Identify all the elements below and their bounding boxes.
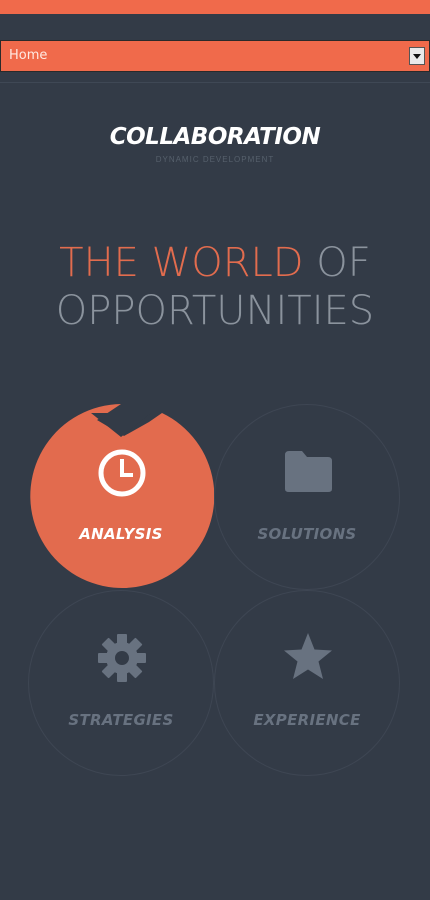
tile-label-solutions: SOLUTIONS [257,525,357,543]
hero-accent-text: THE WORLD [59,240,304,286]
header-divider [0,82,430,83]
nav-select-value: Home [9,48,48,63]
hero-muted-text: OF [303,240,371,286]
tile-label-experience: EXPERIENCE [253,711,361,729]
tile-analysis[interactable]: ANALYSIS [28,403,214,589]
nav-select[interactable]: Home [0,40,430,72]
tile-label-strategies: STRATEGIES [68,711,174,729]
gear-icon [98,634,146,682]
top-accent-bar [0,0,430,14]
site-logo[interactable]: COLLABORATION [0,124,430,150]
hero-heading-line1: THE WORLD OF [0,240,430,286]
tile-strategies[interactable]: STRATEGIES [28,590,214,776]
nav-select-wrapper: Home [0,40,430,72]
dropdown-arrow-icon[interactable] [409,47,425,65]
tile-experience[interactable]: EXPERIENCE [214,590,400,776]
star-icon [284,633,332,679]
tile-solutions[interactable]: SOLUTIONS [214,404,400,590]
folder-icon [285,451,332,492]
site-tagline: DYNAMIC DEVELOPMENT [155,155,275,164]
tile-label-analysis: ANALYSIS [79,525,163,543]
hero-heading-line2: OPPORTUNITIES [55,288,375,334]
clock-icon [98,449,146,497]
